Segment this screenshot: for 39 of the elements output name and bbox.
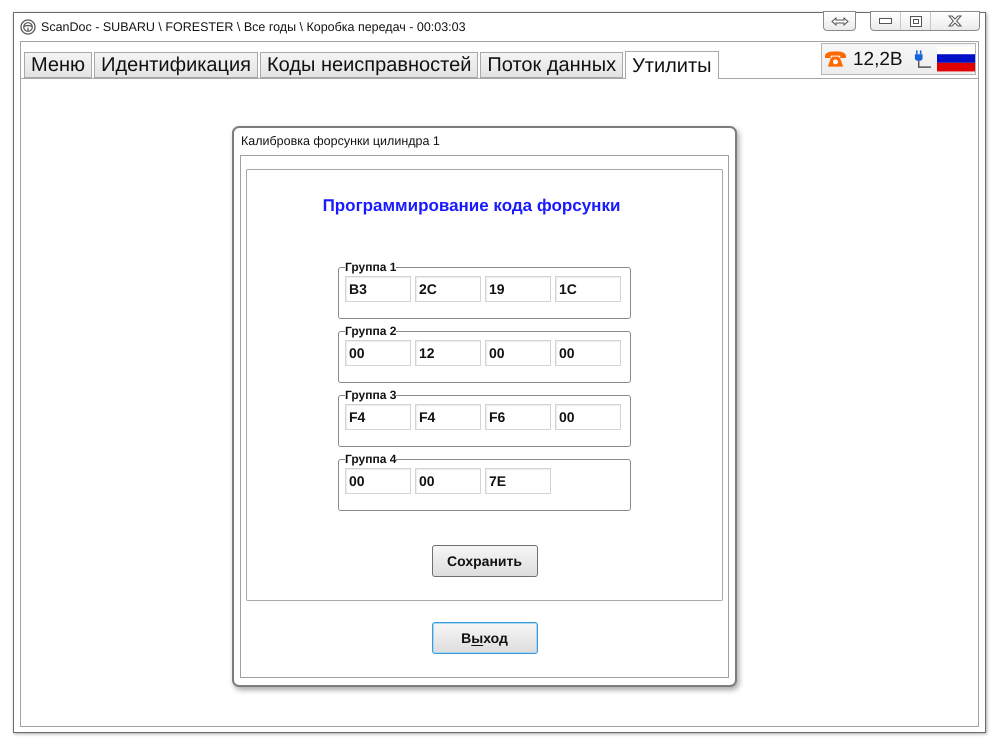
group-label: Группа 1: [345, 260, 396, 274]
tab[interactable]: Идентификация: [94, 52, 258, 78]
code-field[interactable]: 00: [415, 468, 481, 494]
close-icon: [948, 15, 962, 27]
tab[interactable]: Меню: [24, 52, 92, 78]
maximize-icon: [910, 16, 922, 26]
code-field[interactable]: 00: [345, 340, 411, 366]
code-field[interactable]: F4: [415, 404, 481, 430]
flag-icon: [936, 46, 975, 72]
panel-heading: Программирование кода форсунки: [322, 196, 620, 216]
swap-arrows-button[interactable]: [823, 11, 856, 31]
minimize-icon: [879, 18, 892, 24]
code-field[interactable]: B3: [345, 276, 411, 302]
double-arrow-icon: [830, 16, 848, 26]
group-label: Группа 3: [345, 388, 396, 402]
voltage-reading: 12,2В: [852, 50, 903, 68]
code-field[interactable]: 00: [345, 468, 411, 494]
window-title: ScanDoc - SUBARU \ FORESTER \ Все годы \ Коробка передач - 00:03:03: [41, 18, 466, 36]
code-field[interactable]: 19: [485, 276, 551, 302]
group-label: Группа 4: [345, 452, 396, 466]
code-field[interactable]: F6: [485, 404, 551, 430]
tab[interactable]: Коды неисправностей: [260, 52, 478, 78]
code-field[interactable]: 00: [555, 404, 621, 430]
code-field[interactable]: 2C: [415, 276, 481, 302]
group-label: Группа 2: [345, 324, 396, 338]
plug-icon: [912, 49, 931, 69]
tab[interactable]: Поток данных: [480, 52, 624, 78]
dialog-title: Калибровка форсунки цилиндра 1: [241, 133, 440, 150]
code-field[interactable]: 7E: [485, 468, 551, 494]
tab[interactable]: Утилиты: [625, 51, 718, 79]
code-field[interactable]: 00: [485, 340, 551, 366]
steering-wheel-icon: [20, 19, 36, 35]
code-field[interactable]: 00: [555, 340, 621, 366]
code-field[interactable]: 1C: [555, 276, 621, 302]
telephone-icon: [824, 50, 847, 68]
save-button[interactable]: Сохранить: [432, 545, 538, 577]
exit-button[interactable]: Выход: [432, 622, 538, 654]
code-field[interactable]: 12: [415, 340, 481, 366]
code-field[interactable]: F4: [345, 404, 411, 430]
